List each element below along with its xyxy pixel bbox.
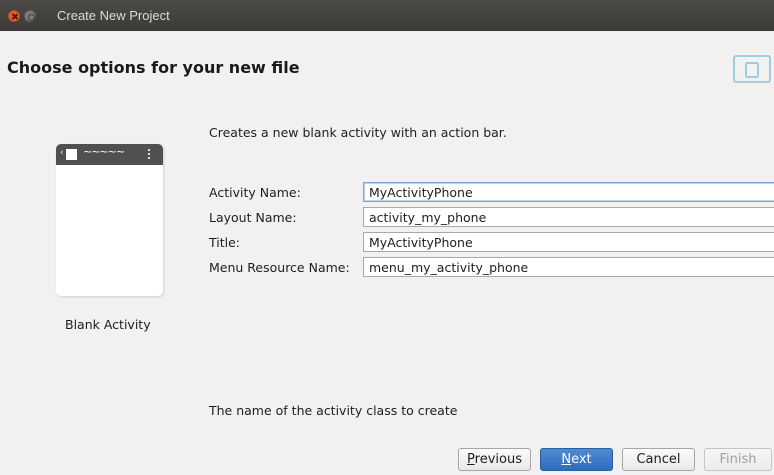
field-hint: The name of the activity class to create [209, 403, 458, 418]
layout-name-input[interactable] [369, 210, 769, 225]
activity-name-input[interactable] [369, 185, 769, 200]
menu-resource-name-field[interactable] [363, 257, 774, 277]
page-title: Choose options for your new file [7, 58, 300, 77]
template-name: Blank Activity [65, 317, 151, 332]
blank-activity-preview[interactable]: ‹ ~~~~~ [56, 144, 163, 296]
title-squiggle-icon: ~~~~~ [83, 145, 125, 158]
wizard-content: Creates a new blank activity with an act… [0, 106, 774, 475]
previous-button[interactable]: Previous [458, 448, 531, 471]
close-window-icon[interactable] [8, 10, 20, 22]
next-mnemonic: N [561, 452, 572, 467]
title-field[interactable] [363, 232, 774, 252]
template-description: Creates a new blank activity with an act… [209, 125, 507, 140]
next-button[interactable]: Next [540, 448, 613, 471]
finish-button[interactable]: Finish [704, 448, 772, 471]
title-input[interactable] [369, 235, 769, 250]
layout-name-label: Layout Name: [209, 210, 297, 225]
back-chevron-icon: ‹ [60, 148, 64, 158]
activity-name-field[interactable] [363, 182, 774, 202]
previous-label: revious [474, 452, 522, 467]
overflow-menu-icon [148, 147, 151, 162]
next-label: ext [571, 452, 592, 467]
cancel-button[interactable]: Cancel [622, 448, 695, 471]
title-label: Title: [209, 235, 240, 250]
window-title: Create New Project [57, 8, 170, 23]
minimize-window-icon[interactable] [24, 10, 36, 22]
menu-resource-name-input[interactable] [369, 260, 769, 275]
previous-mnemonic: P [467, 452, 475, 467]
layout-name-field[interactable] [363, 207, 774, 227]
device-layout-icon [733, 55, 771, 83]
window-title-bar: Create New Project [0, 0, 774, 31]
app-icon [66, 149, 77, 160]
action-bar-preview: ‹ ~~~~~ [56, 144, 163, 165]
activity-name-label: Activity Name: [209, 185, 301, 200]
menu-resource-name-label: Menu Resource Name: [209, 260, 350, 275]
wizard-header: Choose options for your new file [0, 31, 774, 106]
